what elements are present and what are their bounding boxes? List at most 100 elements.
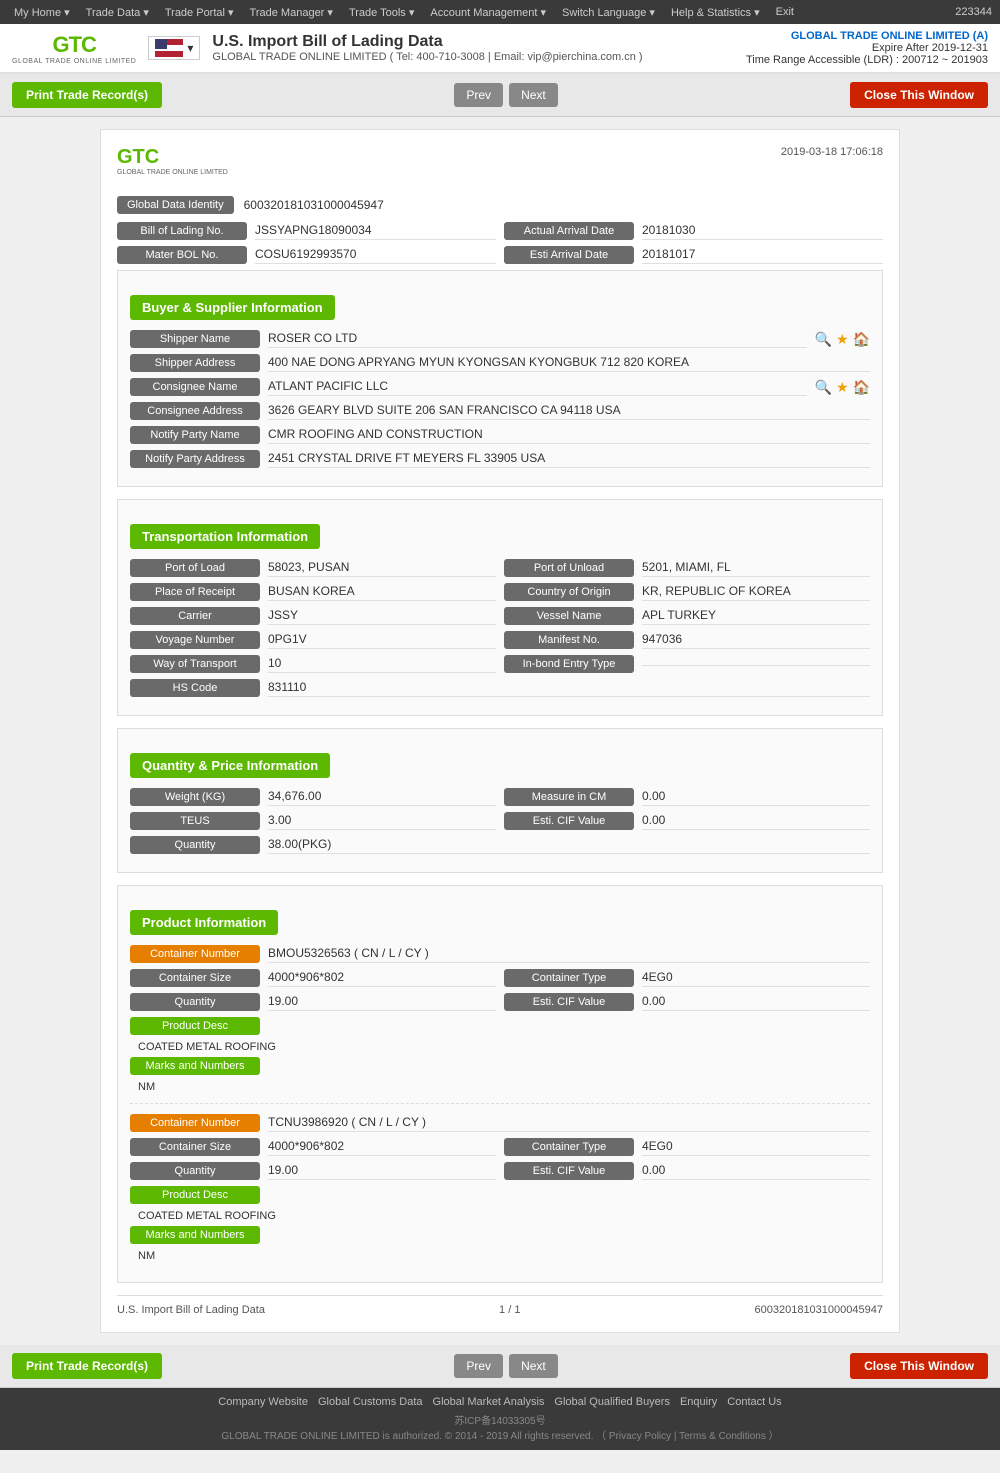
consignee-address-label: Consignee Address xyxy=(130,402,260,420)
actual-arrival-label: Actual Arrival Date xyxy=(504,222,634,240)
nav-account-management[interactable]: Account Management ▾ xyxy=(424,6,552,19)
transport-header: Transportation Information xyxy=(130,524,320,549)
next-button[interactable]: Next xyxy=(509,83,558,107)
flag-icon xyxy=(155,39,183,57)
consignee-home-icon[interactable]: 🏠 xyxy=(853,379,870,396)
place-receipt-label: Place of Receipt xyxy=(130,583,260,601)
manifest-value: 947036 xyxy=(642,632,870,649)
container-2-type-label: Container Type xyxy=(504,1138,634,1156)
nav-my-home[interactable]: My Home ▾ xyxy=(8,6,76,19)
container-1-esti-value: 0.00 xyxy=(642,994,870,1011)
manifest-label: Manifest No. xyxy=(504,631,634,649)
consignee-address-row: Consignee Address 3626 GEARY BLVD SUITE … xyxy=(130,402,870,420)
container-1-esti-label: Esti. CIF Value xyxy=(504,993,634,1011)
bottom-next-button[interactable]: Next xyxy=(509,1354,558,1378)
page-title: U.S. Import Bill of Lading Data xyxy=(212,33,642,51)
footer-link-market[interactable]: Global Market Analysis xyxy=(433,1396,545,1408)
shipper-star-icon[interactable]: ★ xyxy=(836,331,849,348)
footer-link-company[interactable]: Company Website xyxy=(218,1396,308,1408)
nav-trade-data[interactable]: Trade Data ▾ xyxy=(80,6,155,19)
inbond-label: In-bond Entry Type xyxy=(504,655,634,673)
bottom-prev-button[interactable]: Prev xyxy=(454,1354,503,1378)
carrier-label: Carrier xyxy=(130,607,260,625)
gdi-label: Global Data Identity xyxy=(117,196,234,214)
doc-logo: GTC xyxy=(117,146,228,169)
product-info-header: Product Information xyxy=(130,910,278,935)
container-2-qty-label: Quantity xyxy=(130,1162,260,1180)
hs-code-value: 831110 xyxy=(268,680,870,697)
consignee-star-icon[interactable]: ★ xyxy=(836,379,849,396)
nav-trade-tools[interactable]: Trade Tools ▾ xyxy=(343,6,420,19)
footer-link-contact[interactable]: Contact Us xyxy=(727,1396,781,1408)
doc-footer: U.S. Import Bill of Lading Data 1 / 1 60… xyxy=(117,1295,883,1316)
notify-party-name-label: Notify Party Name xyxy=(130,426,260,444)
shipper-address-label: Shipper Address xyxy=(130,354,260,372)
print-button[interactable]: Print Trade Record(s) xyxy=(12,82,162,108)
header-right: GLOBAL TRADE ONLINE LIMITED (A) Expire A… xyxy=(746,30,988,66)
buyer-supplier-section: Buyer & Supplier Information Shipper Nam… xyxy=(117,270,883,487)
nav-exit[interactable]: Exit xyxy=(770,6,800,18)
notify-party-address-label: Notify Party Address xyxy=(130,450,260,468)
consignee-address-value: 3626 GEARY BLVD SUITE 206 SAN FRANCISCO … xyxy=(268,403,870,420)
carrier-value: JSSY xyxy=(268,608,496,625)
quantity-value: 38.00(PKG) xyxy=(268,837,870,854)
container-2-number-row: Container Number TCNU3986920 ( CN / L / … xyxy=(130,1114,870,1132)
shipper-name-value: ROSER CO LTD xyxy=(268,331,807,348)
bol-row: Bill of Lading No. JSSYAPNG18090034 Actu… xyxy=(117,222,883,240)
toolbar-left: Print Trade Record(s) xyxy=(12,82,162,108)
bottom-toolbar: Print Trade Record(s) Prev Next Close Th… xyxy=(0,1345,1000,1388)
container-1-size-value: 4000*906*802 xyxy=(268,970,496,987)
nav-trade-manager[interactable]: Trade Manager ▾ xyxy=(244,6,339,19)
carrier-row: Carrier JSSY Vessel Name APL TURKEY xyxy=(130,607,870,625)
prev-button[interactable]: Prev xyxy=(454,83,503,107)
hs-code-row: HS Code 831110 xyxy=(130,679,870,697)
bottom-print-button[interactable]: Print Trade Record(s) xyxy=(12,1353,162,1379)
doc-footer-center: 1 / 1 xyxy=(499,1304,520,1316)
nav-help-statistics[interactable]: Help & Statistics ▾ xyxy=(665,6,766,19)
top-nav: My Home ▾ Trade Data ▾ Trade Portal ▾ Tr… xyxy=(0,0,1000,24)
shipper-search-icon[interactable]: 🔍 xyxy=(815,331,832,348)
mater-bol-label: Mater BOL No. xyxy=(117,246,247,264)
main-content: GTC GLOBAL TRADE ONLINE LIMITED 2019-03-… xyxy=(0,117,1000,1345)
footer-link-customs[interactable]: Global Customs Data xyxy=(318,1396,423,1408)
flag-selector[interactable]: ▾ xyxy=(148,36,200,60)
measure-cm-value: 0.00 xyxy=(642,789,870,806)
container-1-desc-value: COATED METAL ROOFING xyxy=(138,1041,870,1053)
consignee-name-row: Consignee Name ATLANT PACIFIC LLC 🔍 ★ 🏠 xyxy=(130,378,870,396)
product-info-section: Product Information Container Number BMO… xyxy=(117,885,883,1283)
container-1-marks-label: Marks and Numbers xyxy=(130,1057,260,1075)
flag-dropdown-arrow: ▾ xyxy=(187,41,193,55)
gdi-value: 600320181031000045947 xyxy=(244,198,384,212)
container-2-marks-value: NM xyxy=(138,1250,870,1262)
consignee-search-icon[interactable]: 🔍 xyxy=(815,379,832,396)
shipper-home-icon[interactable]: 🏠 xyxy=(853,331,870,348)
container-1-type-label: Container Type xyxy=(504,969,634,987)
notify-party-name-row: Notify Party Name CMR ROOFING AND CONSTR… xyxy=(130,426,870,444)
place-receipt-row: Place of Receipt BUSAN KOREA Country of … xyxy=(130,583,870,601)
container-2-esti-value: 0.00 xyxy=(642,1163,870,1180)
logo-sub: GLOBAL TRADE ONLINE LIMITED xyxy=(12,58,136,65)
container-2-number-value: TCNU3986920 ( CN / L / CY ) xyxy=(268,1115,870,1132)
transport-way-value: 10 xyxy=(268,656,496,673)
toolbar-right: Close This Window xyxy=(850,82,988,108)
header-subtitle: GLOBAL TRADE ONLINE LIMITED ( Tel: 400-7… xyxy=(212,51,642,63)
doc-date: 2019-03-18 17:06:18 xyxy=(781,146,883,158)
nav-switch-language[interactable]: Switch Language ▾ xyxy=(556,6,661,19)
footer-link-buyers[interactable]: Global Qualified Buyers xyxy=(554,1396,670,1408)
close-button[interactable]: Close This Window xyxy=(850,82,988,108)
container-1-number-value: BMOU5326563 ( CN / L / CY ) xyxy=(268,946,870,963)
bottom-close-button[interactable]: Close This Window xyxy=(850,1353,988,1379)
weight-row: Weight (KG) 34,676.00 Measure in CM 0.00 xyxy=(130,788,870,806)
container-2-desc-row: Product Desc xyxy=(130,1186,870,1204)
gdi-row: Global Data Identity 6003201810310000459… xyxy=(117,196,883,214)
country-origin-label: Country of Origin xyxy=(504,583,634,601)
consignee-name-label: Consignee Name xyxy=(130,378,260,396)
weight-value: 34,676.00 xyxy=(268,789,496,806)
shipper-icons: 🔍 ★ 🏠 xyxy=(815,331,870,348)
top-nav-left: My Home ▾ Trade Data ▾ Trade Portal ▾ Tr… xyxy=(8,6,800,19)
toolbar: Print Trade Record(s) Prev Next Close Th… xyxy=(0,74,1000,117)
container-1-desc-row: Product Desc xyxy=(130,1017,870,1035)
container-1-marks-row: Marks and Numbers xyxy=(130,1057,870,1075)
nav-trade-portal[interactable]: Trade Portal ▾ xyxy=(159,6,240,19)
footer-link-enquiry[interactable]: Enquiry xyxy=(680,1396,717,1408)
